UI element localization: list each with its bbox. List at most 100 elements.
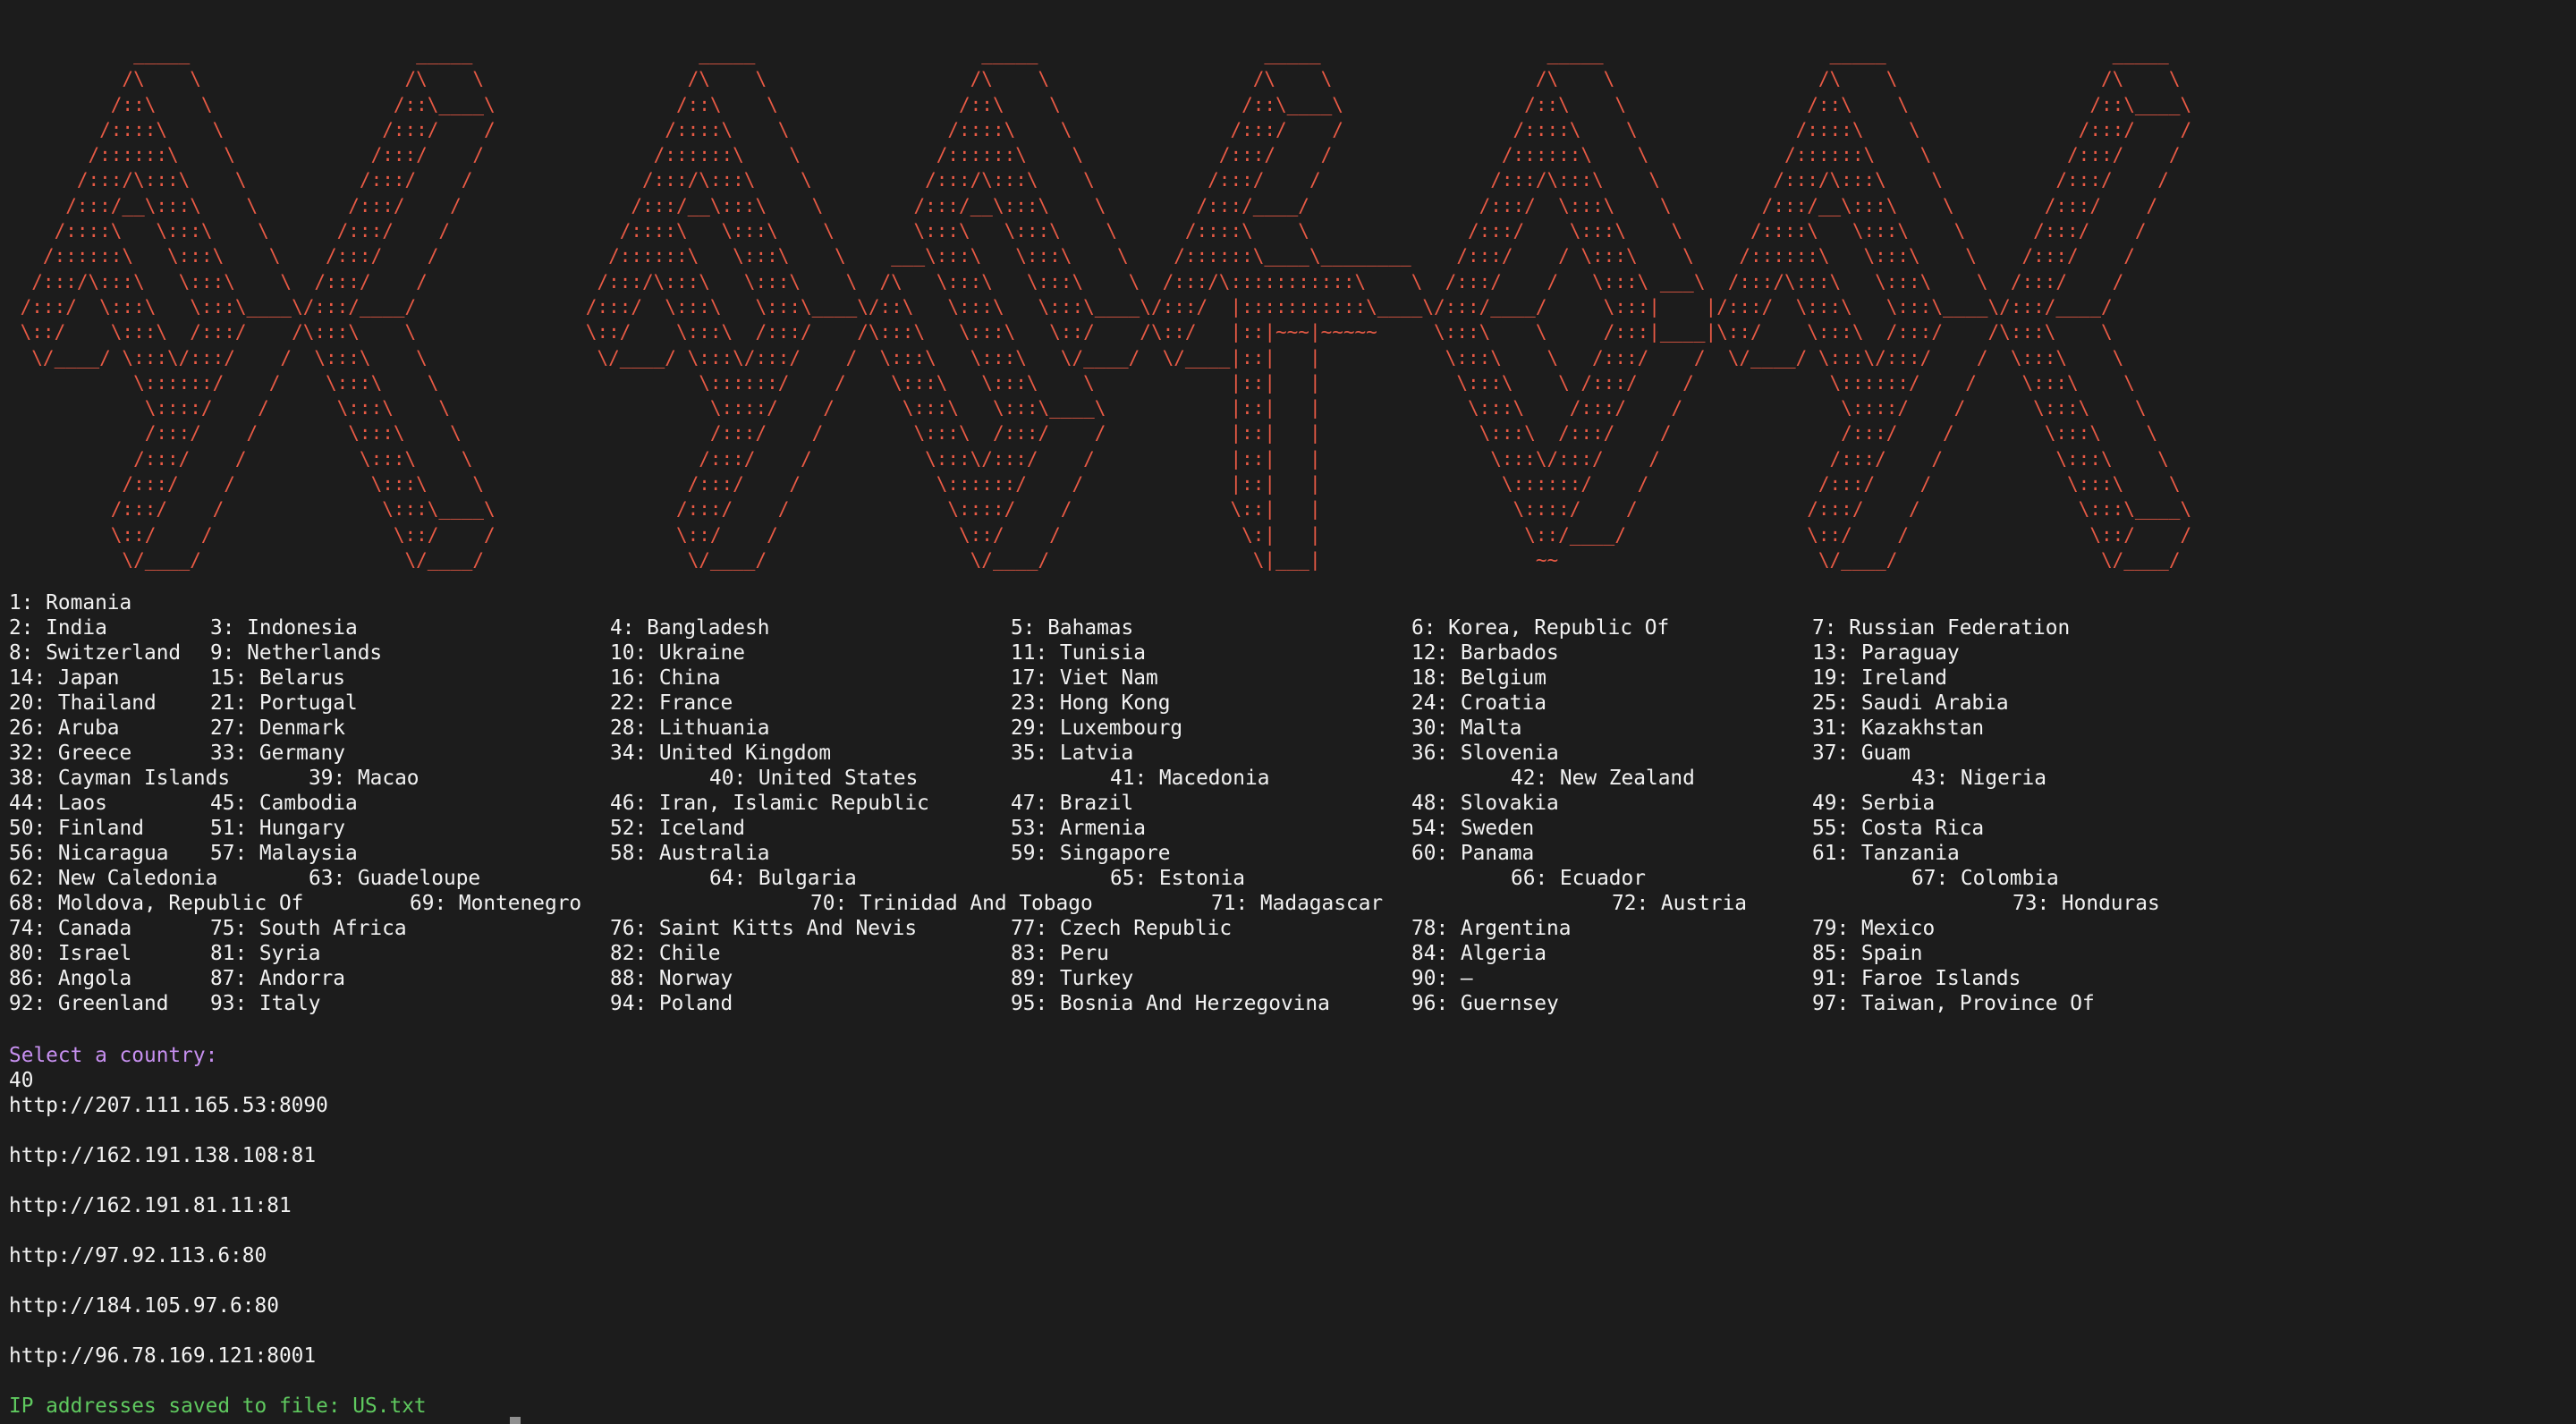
country-entry: 67: Colombia [1911, 867, 2059, 890]
country-entry: 22: France [610, 691, 733, 715]
country-entry: 95: Bosnia And Herzegovina [1011, 992, 1330, 1015]
country-entry: 87: Andorra [210, 967, 345, 990]
country-entry: 65: Estonia [1110, 867, 1245, 890]
country-entry: 51: Hungary [210, 817, 345, 840]
country-entry: 10: Ukraine [610, 641, 745, 665]
country-entry: 55: Costa Rica [1812, 817, 1985, 840]
country-entry: 8: Switzerland [9, 641, 182, 665]
country-entry: 79: Mexico [1812, 917, 1936, 940]
country-entry: 23: Hong Kong [1011, 691, 1171, 715]
saved-status: IP addresses saved to file: US.txt [9, 1394, 427, 1418]
country-entry: 82: Chile [610, 942, 721, 965]
country-input[interactable]: 40 [9, 1068, 33, 1093]
result-url: http://162.191.138.108:81 [9, 1144, 317, 1167]
result-url: http://97.92.113.6:80 [9, 1244, 267, 1267]
country-entry: 59: Singapore [1011, 842, 1171, 865]
country-entry: 18: Belgium [1411, 666, 1546, 690]
country-entry: 28: Lithuania [610, 716, 770, 740]
country-entry: 90: – [1411, 967, 1473, 990]
country-entry: 69: Montenegro [410, 892, 582, 915]
country-entry: 46: Iran, Islamic Republic [610, 792, 929, 815]
country-entry: 44: Laos [9, 792, 107, 815]
country-entry: 62: New Caledonia [9, 867, 218, 890]
country-entry: 86: Angola [9, 967, 132, 990]
country-entry: 45: Cambodia [210, 792, 358, 815]
country-entry: 26: Aruba [9, 716, 120, 740]
result-url: http://162.191.81.11:81 [9, 1194, 292, 1217]
country-entry: 30: Malta [1411, 716, 1522, 740]
country-entry: 78: Argentina [1411, 917, 1572, 940]
country-entry: 7: Russian Federation [1812, 616, 2071, 640]
country-entry: 12: Barbados [1411, 641, 1559, 665]
country-entry: 25: Saudi Arabia [1812, 691, 2009, 715]
country-entry: 47: Brazil [1011, 792, 1134, 815]
country-entry: 53: Armenia [1011, 817, 1146, 840]
country-entry: 60: Panama [1411, 842, 1535, 865]
country-entry: 35: Latvia [1011, 742, 1134, 765]
country-entry: 40: United States [709, 767, 919, 790]
country-entry: 2: India [9, 616, 107, 640]
country-entry: 64: Bulgaria [709, 867, 857, 890]
country-entry: 58: Australia [610, 842, 770, 865]
country-entry: 68: Moldova, Republic Of [9, 892, 304, 915]
country-entry: 6: Korea, Republic Of [1411, 616, 1670, 640]
country-entry: 41: Macedonia [1110, 767, 1270, 790]
country-entry: 13: Paraguay [1812, 641, 1960, 665]
country-entry: 33: Germany [210, 742, 345, 765]
country-entry: 93: Italy [210, 992, 321, 1015]
country-entry: 88: Norway [610, 967, 733, 990]
country-entry: 43: Nigeria [1911, 767, 2046, 790]
country-entry: 84: Algeria [1411, 942, 1546, 965]
country-entry: 92: Greenland [9, 992, 169, 1015]
country-entry: 39: Macao [309, 767, 419, 790]
country-entry: 9: Netherlands [210, 641, 383, 665]
country-entry: 56: Nicaragua [9, 842, 169, 865]
country-entry: 66: Ecuador [1511, 867, 1646, 890]
country-entry: 89: Turkey [1011, 967, 1134, 990]
country-entry: 74: Canada [9, 917, 132, 940]
country-prompt: Select a country: [9, 1044, 218, 1067]
country-entry: 4: Bangladesh [610, 616, 770, 640]
country-entry: 75: South Africa [210, 917, 407, 940]
country-entry: 48: Slovakia [1411, 792, 1559, 815]
country-entry: 20: Thailand [9, 691, 157, 715]
terminal-window[interactable]: _____ _____ _____ _____ _____ _____ ____… [0, 0, 2576, 1424]
country-entry: 31: Kazakhstan [1812, 716, 1985, 740]
ascii-art-banner: _____ _____ _____ _____ _____ _____ ____… [20, 43, 2192, 571]
country-entry: 5: Bahamas [1011, 616, 1134, 640]
country-entry: 15: Belarus [210, 666, 345, 690]
country-entry: 97: Taiwan, Province Of [1812, 992, 2095, 1015]
country-entry: 38: Cayman Islands [9, 767, 231, 790]
country-entry: 49: Serbia [1812, 792, 1936, 815]
country-entry: 27: Denmark [210, 716, 345, 740]
country-entry: 24: Croatia [1411, 691, 1546, 715]
country-entry: 71: Madagascar [1211, 892, 1384, 915]
country-entry: 57: Malaysia [210, 842, 358, 865]
country-entry: 73: Honduras [2012, 892, 2160, 915]
country-entry: 70: Trinidad And Tobago [810, 892, 1093, 915]
country-entry: 52: Iceland [610, 817, 745, 840]
country-entry: 85: Spain [1812, 942, 1923, 965]
country-entry: 81: Syria [210, 942, 321, 965]
country-entry: 96: Guernsey [1411, 992, 1559, 1015]
country-entry: 36: Slovenia [1411, 742, 1559, 765]
country-entry: 54: Sweden [1411, 817, 1535, 840]
country-entry: 77: Czech Republic [1011, 917, 1233, 940]
country-entry: 63: Guadeloupe [309, 867, 481, 890]
country-entry: 91: Faroe Islands [1812, 967, 2021, 990]
country-entry: 3: Indonesia [210, 616, 358, 640]
result-url: http://184.105.97.6:80 [9, 1294, 279, 1318]
country-entry: 19: Ireland [1812, 666, 1947, 690]
country-entry: 17: Viet Nam [1011, 666, 1158, 690]
country-entry: 76: Saint Kitts And Nevis [610, 917, 918, 940]
country-entry: 16: China [610, 666, 721, 690]
country-entry: 32: Greece [9, 742, 132, 765]
country-entry: 11: Tunisia [1011, 641, 1146, 665]
country-entry: 34: United Kingdom [610, 742, 832, 765]
result-url: http://96.78.169.121:8001 [9, 1344, 317, 1368]
country-entry: 29: Luxembourg [1011, 716, 1183, 740]
country-entry: 50: Finland [9, 817, 144, 840]
country-entry: 61: Tanzania [1812, 842, 1960, 865]
country-entry: 80: Israel [9, 942, 132, 965]
result-url: http://207.111.165.53:8090 [9, 1094, 328, 1117]
